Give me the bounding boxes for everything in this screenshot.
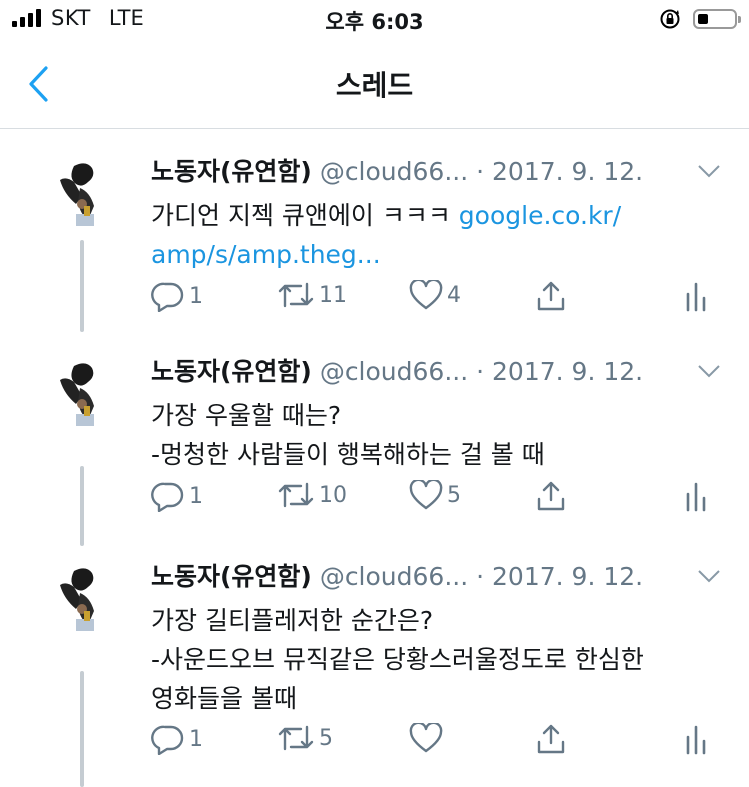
thread-line: [80, 240, 84, 332]
tweet-header: 노동자(유연함) @cloud66... · 2017. 9. 12.: [151, 557, 711, 593]
like-button[interactable]: 5: [409, 480, 461, 510]
reply-button[interactable]: 1: [151, 723, 203, 755]
heart-icon: [409, 480, 443, 510]
tweet-1[interactable]: 노동자(유연함) @cloud66... · 2017. 9. 12. 가디언 …: [0, 140, 749, 340]
tweet-actions: 1 11 4: [151, 280, 721, 320]
avatar-image: [46, 563, 120, 637]
tweet-date: · 2017. 9. 12.: [476, 562, 644, 591]
battery-icon: [693, 9, 741, 29]
tweet-author-handle[interactable]: @cloud66...: [320, 157, 468, 186]
retweet-button[interactable]: 5: [277, 723, 333, 753]
tweet-text: 가디언 지젝 큐앤에이 ㅋㅋㅋ google.co.kr/ amp/s/amp.…: [151, 196, 721, 274]
tweet-date: · 2017. 9. 12.: [476, 357, 644, 386]
share-button[interactable]: [535, 480, 567, 512]
tweet-header: 노동자(유연함) @cloud66... · 2017. 9. 12.: [151, 152, 711, 188]
reply-button[interactable]: 1: [151, 480, 203, 512]
retweet-count: 11: [319, 282, 347, 308]
retweet-icon: [278, 282, 314, 308]
chevron-down-icon[interactable]: [697, 164, 721, 178]
like-button[interactable]: [409, 723, 447, 753]
tweet-actions: 1 10 5: [151, 480, 721, 520]
tweet-author-handle[interactable]: @cloud66...: [320, 357, 468, 386]
nav-bar: 스레드: [0, 40, 749, 129]
reply-count: 1: [189, 726, 203, 752]
page-title: 스레드: [335, 69, 414, 102]
share-icon: [537, 281, 565, 311]
battery-level: [698, 14, 708, 24]
retweet-button[interactable]: 10: [277, 480, 347, 510]
tweet-text-line: 가장 길티플레저한 순간은?: [151, 606, 434, 635]
share-icon: [537, 724, 565, 754]
tweet-text-line: -멍청한 사람들이 행복해하는 걸 볼 때: [151, 440, 545, 469]
avatar[interactable]: [46, 358, 120, 432]
thread-line: [80, 671, 84, 787]
tweet-author-name[interactable]: 노동자(유연함): [151, 157, 312, 186]
share-button[interactable]: [535, 723, 567, 755]
tweet-text-line: 가장 우울할 때는?: [151, 401, 342, 430]
reply-count: 1: [189, 283, 203, 309]
analytics-icon: [686, 482, 706, 512]
tweet-text-line: 가디언 지젝 큐앤에이 ㅋㅋㅋ: [151, 201, 459, 230]
heart-icon: [409, 280, 443, 310]
share-button[interactable]: [535, 280, 567, 312]
orientation-lock-icon: [660, 9, 680, 29]
avatar-image: [46, 158, 120, 232]
reply-icon: [151, 725, 184, 755]
like-count: 4: [447, 282, 461, 308]
analytics-icon: [686, 282, 706, 312]
like-count: 5: [447, 482, 461, 508]
reply-icon: [151, 282, 184, 312]
avatar-image: [46, 358, 120, 432]
chevron-down-icon[interactable]: [697, 364, 721, 378]
status-time: 오후 6:03: [325, 10, 424, 34]
avatar[interactable]: [46, 158, 120, 232]
tweet-actions: 1 5: [151, 723, 721, 763]
reply-button[interactable]: 1: [151, 280, 203, 312]
reply-icon: [151, 482, 184, 512]
tweet-text: 가장 길티플레저한 순간은? -사운드오브 뮤직같은 당황스러울정도로 한심한 …: [151, 601, 721, 718]
chevron-down-icon[interactable]: [697, 569, 721, 583]
tweet-text: 가장 우울할 때는? -멍청한 사람들이 행복해하는 걸 볼 때: [151, 396, 721, 474]
tweet-link-continued[interactable]: amp/s/amp.theg...: [151, 235, 721, 274]
like-button[interactable]: 4: [409, 280, 461, 310]
analytics-button[interactable]: [685, 723, 709, 755]
reply-count: 1: [189, 483, 203, 509]
status-bar: SKT LTE 오후 6:03: [0, 0, 749, 40]
retweet-icon: [278, 725, 314, 751]
analytics-icon: [686, 725, 706, 755]
retweet-count: 5: [319, 725, 333, 751]
tweet-date: · 2017. 9. 12.: [476, 157, 644, 186]
tweet-2[interactable]: 노동자(유연함) @cloud66... · 2017. 9. 12. 가장 우…: [0, 340, 749, 546]
retweet-count: 10: [319, 482, 347, 508]
tweet-link[interactable]: google.co.kr/: [459, 201, 621, 230]
tweet-author-name[interactable]: 노동자(유연함): [151, 357, 312, 386]
analytics-button[interactable]: [685, 280, 709, 312]
tweet-header: 노동자(유연함) @cloud66... · 2017. 9. 12.: [151, 352, 711, 388]
tweet-text-line: 영화들을 볼때: [151, 684, 297, 713]
analytics-button[interactable]: [685, 480, 709, 512]
heart-icon: [409, 723, 443, 753]
tweet-3[interactable]: 노동자(유연함) @cloud66... · 2017. 9. 12. 가장 길…: [0, 545, 749, 787]
tweet-author-handle[interactable]: @cloud66...: [320, 562, 468, 591]
status-right: [659, 8, 741, 30]
thread-line: [80, 466, 84, 546]
share-icon: [537, 481, 565, 511]
avatar[interactable]: [46, 563, 120, 637]
tweet-author-name[interactable]: 노동자(유연함): [151, 562, 312, 591]
retweet-icon: [278, 482, 314, 508]
retweet-button[interactable]: 11: [277, 280, 347, 310]
tweet-text-line: -사운드오브 뮤직같은 당황스러울정도로 한심한: [151, 645, 644, 674]
